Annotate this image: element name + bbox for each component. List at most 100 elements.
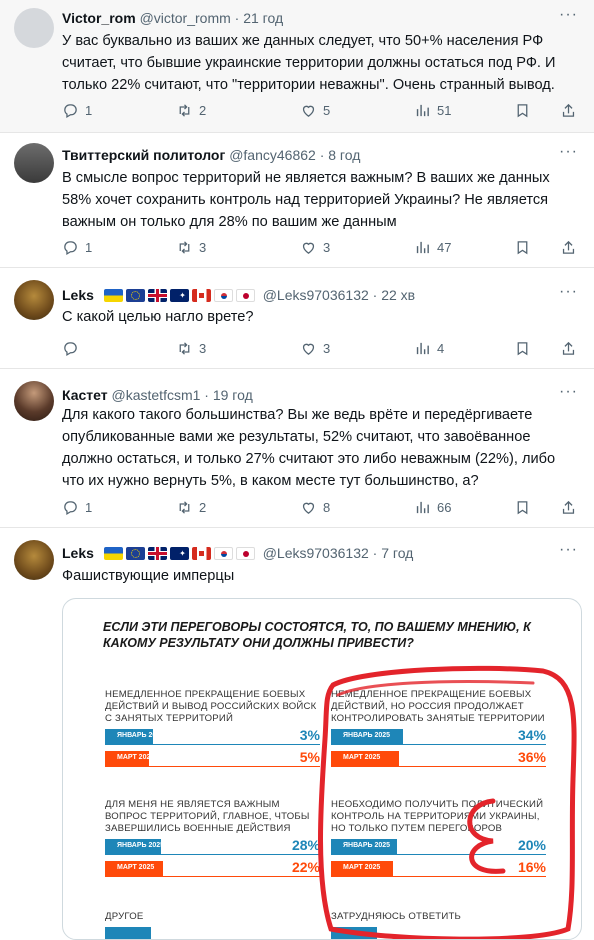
reply-button[interactable]: 1	[62, 239, 92, 256]
survey-option: ДЛЯ МЕНЯ НЕ ЯВЛЯЕТСЯ ВАЖНЫМ ВОПРОС ТЕРРИ…	[105, 799, 320, 879]
retweet-button[interactable]: 3	[176, 340, 206, 357]
survey-option: НЕМЕДЛЕННОЕ ПРЕКРАЩЕНИЕ БОЕВЫХ ДЕЙСТВИЙ,…	[331, 689, 546, 769]
bookmark-button[interactable]	[514, 239, 531, 256]
more-options-icon[interactable]: ···	[559, 383, 578, 401]
bar-row-january: ЯНВАРЬ 2025 34%	[331, 727, 546, 747]
japan-flag-icon	[235, 289, 255, 302]
bar-baseline	[105, 876, 320, 877]
timestamp[interactable]: · 19 год	[204, 387, 252, 403]
ukraine-flag-icon	[103, 547, 123, 560]
january-percent: 28%	[291, 837, 320, 853]
march-percent: 5%	[299, 749, 320, 765]
survey-option-text: ЗАТРУДНЯЮСЬ ОТВЕТИТЬ	[331, 911, 462, 922]
timestamp[interactable]: · 21 год	[235, 10, 283, 26]
retweet-icon	[179, 342, 190, 355]
user-handle[interactable]: @kastetfcsm1	[112, 387, 201, 403]
display-name[interactable]: Твиттерский политолог	[62, 147, 225, 163]
retweet-count: 3	[199, 341, 207, 356]
heart-icon	[302, 242, 315, 254]
reply-button[interactable]: 1	[62, 499, 92, 516]
bar-row-march: МАРТ 2025 36%	[331, 749, 546, 769]
reply-button[interactable]	[62, 340, 85, 357]
tweet[interactable]: Кастет @kastetfcsm1 · 19 год ··· Для как…	[0, 369, 594, 528]
retweet-icon	[179, 501, 190, 514]
timestamp[interactable]: · 22 хв	[373, 287, 415, 303]
more-options-icon[interactable]: ···	[559, 541, 578, 559]
views-button[interactable]: 47	[414, 239, 451, 256]
bar-row-january: ЯНВАРЬ 2025 20%	[331, 837, 546, 857]
share-button[interactable]	[560, 102, 577, 119]
retweet-count: 2	[199, 103, 207, 118]
user-handle[interactable]: @Leks97036132	[263, 545, 369, 561]
like-button[interactable]: 3	[300, 239, 330, 256]
avatar[interactable]	[14, 280, 54, 320]
march-percent: 16%	[517, 859, 546, 875]
january-percent: 20%	[517, 837, 546, 853]
retweet-button[interactable]: 2	[176, 499, 206, 516]
january-bar	[105, 927, 151, 939]
reply-icon	[64, 501, 77, 516]
share-button[interactable]	[560, 499, 577, 516]
views-button[interactable]: 66	[414, 499, 451, 516]
view-count: 51	[437, 103, 452, 118]
like-button[interactable]: 3	[300, 340, 330, 357]
avatar[interactable]	[14, 540, 54, 580]
like-count: 8	[323, 500, 331, 515]
flag-emojis	[103, 547, 255, 560]
share-button[interactable]	[560, 340, 577, 357]
bookmark-icon	[517, 104, 528, 118]
bookmark-button[interactable]	[514, 102, 531, 119]
user-handle[interactable]: @victor_romm	[140, 10, 231, 26]
attached-image[interactable]: ЕСЛИ ЭТИ ПЕРЕГОВОРЫ СОСТОЯТСЯ, ТО, ПО ВА…	[62, 598, 582, 940]
bookmark-icon	[517, 241, 528, 255]
south-korea-flag-icon	[213, 547, 233, 560]
display-name[interactable]: Victor_rom	[62, 10, 136, 26]
like-button[interactable]: 8	[300, 499, 330, 516]
australia-flag-icon	[169, 289, 189, 302]
view-count: 4	[437, 341, 445, 356]
display-name[interactable]: Leks	[62, 287, 94, 303]
bar-row-march: МАРТ 2025 16%	[331, 859, 546, 879]
bookmark-button[interactable]	[514, 499, 531, 516]
more-options-icon[interactable]: ···	[559, 143, 578, 161]
user-handle[interactable]: @fancy46862	[229, 147, 316, 163]
like-count: 5	[323, 103, 331, 118]
tweet[interactable]: Leks @Leks97036132 · 7 год ··· Фашиствую…	[0, 528, 594, 940]
avatar[interactable]	[14, 143, 54, 183]
retweet-button[interactable]: 2	[176, 102, 206, 119]
share-icon	[562, 500, 575, 514]
views-button[interactable]: 51	[414, 102, 451, 119]
bar-baseline	[331, 854, 546, 855]
reply-button[interactable]: 1	[62, 102, 92, 119]
survey-option-text: НЕОБХОДИМО ПОЛУЧИТЬ ПОЛИТИЧЕСКИЙ КОНТРОЛ…	[331, 799, 544, 834]
reply-icon	[64, 342, 77, 357]
reply-icon	[64, 241, 77, 256]
like-button[interactable]: 5	[300, 102, 330, 119]
like-count: 3	[323, 341, 331, 356]
tweet[interactable]: Victor_rom @victor_romm · 21 год ··· У в…	[0, 0, 594, 133]
avatar[interactable]	[14, 8, 54, 48]
display-name[interactable]: Leks	[62, 545, 94, 561]
views-button[interactable]: 4	[414, 340, 444, 357]
survey-option-text: ДЛЯ МЕНЯ НЕ ЯВЛЯЕТСЯ ВАЖНЫМ ВОПРОС ТЕРРИ…	[105, 799, 310, 834]
share-button[interactable]	[560, 239, 577, 256]
january-bar	[331, 927, 377, 939]
bookmark-icon	[517, 501, 528, 515]
timestamp[interactable]: · 8 год	[320, 147, 361, 163]
january-percent: 34%	[517, 727, 546, 743]
avatar[interactable]	[14, 381, 54, 421]
retweet-button[interactable]: 3	[176, 239, 206, 256]
january-bar: ЯНВАРЬ 2025	[331, 839, 397, 855]
tweet[interactable]: Твиттерский политолог @fancy46862 · 8 го…	[0, 133, 594, 268]
more-options-icon[interactable]: ···	[559, 6, 578, 24]
retweet-icon	[179, 241, 190, 254]
more-options-icon[interactable]: ···	[559, 283, 578, 301]
tweet-text: В смысле вопрос территорий не является в…	[62, 170, 550, 230]
view-count: 47	[437, 240, 452, 255]
bookmark-button[interactable]	[514, 340, 531, 357]
survey-option-text: НЕМЕДЛЕННОЕ ПРЕКРАЩЕНИЕ БОЕВЫХ ДЕЙСТВИЙ …	[105, 689, 317, 724]
display-name[interactable]: Кастет	[62, 387, 108, 403]
tweet[interactable]: Leks @Leks97036132 · 22 хв ··· С какой ц…	[0, 268, 594, 369]
timestamp[interactable]: · 7 год	[373, 545, 414, 561]
user-handle[interactable]: @Leks97036132	[263, 287, 369, 303]
